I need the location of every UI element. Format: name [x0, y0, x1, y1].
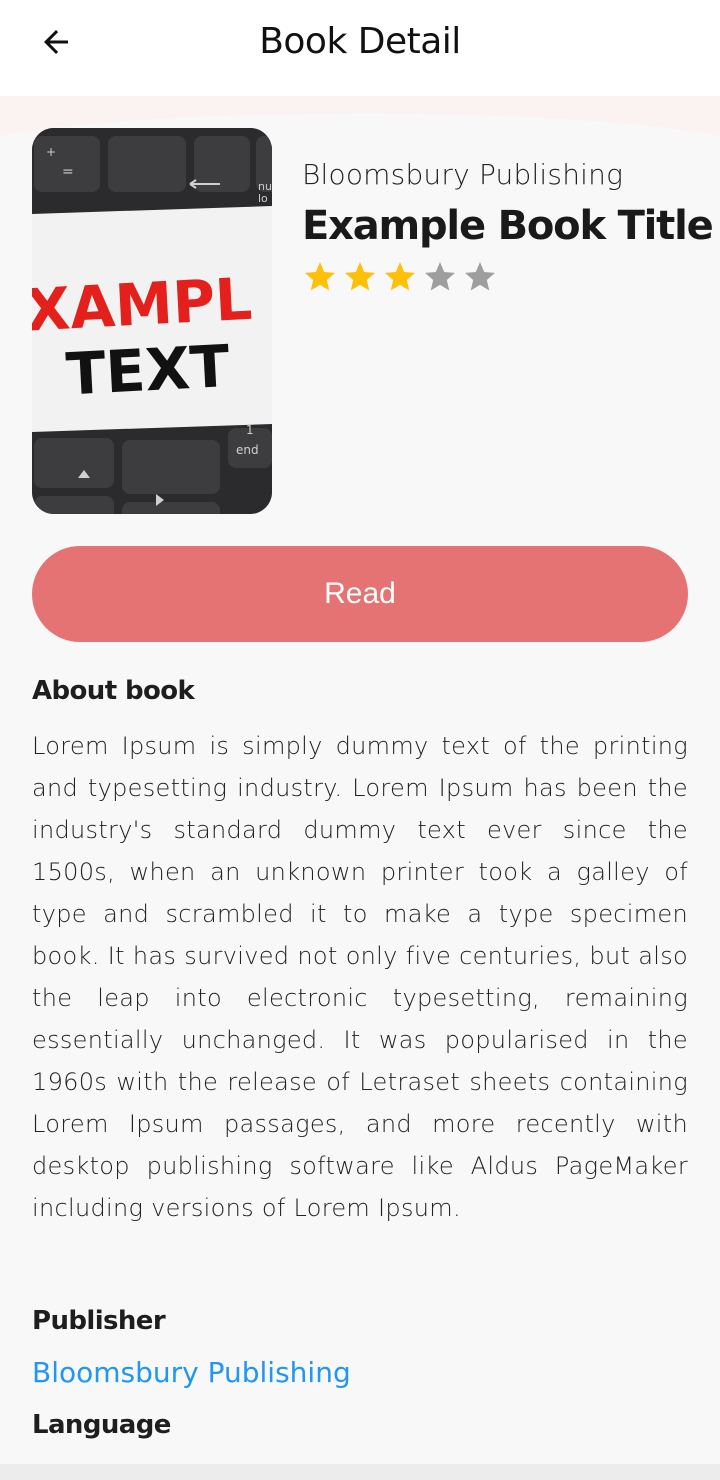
cover-text-line2: TEXT [64, 332, 231, 408]
arrow-left-icon [44, 30, 68, 54]
book-publisher: Bloomsbury Publishing [302, 158, 624, 191]
read-button[interactable]: Read [32, 546, 688, 642]
bottom-divider [0, 1464, 720, 1480]
cover-key-1: 1 [246, 423, 254, 437]
language-heading: Language [32, 1410, 171, 1440]
star-empty-icon [425, 262, 455, 291]
svg-text:=: = [62, 164, 74, 180]
book-cover-image: nu lo = + XAMPL TEXT 1 end [32, 128, 272, 514]
book-title: Example Book Title [302, 203, 714, 249]
svg-text:+: + [46, 145, 56, 159]
star-filled-icon [385, 262, 415, 291]
book-info: Bloomsbury Publishing Example Book Title [302, 158, 714, 295]
publisher-link[interactable]: Bloomsbury Publishing [32, 1356, 351, 1389]
page-title: Book Detail [259, 21, 461, 62]
cover-key-end: end [236, 443, 259, 457]
rating-stars [302, 259, 702, 295]
app-bar: Book Detail [0, 0, 720, 96]
star-filled-icon [345, 262, 375, 291]
star-filled-icon [305, 262, 335, 291]
about-heading: About book [32, 676, 195, 706]
star-empty-icon [465, 262, 495, 291]
publisher-heading: Publisher [32, 1306, 166, 1336]
cover-key-lo: lo [258, 192, 268, 205]
back-button[interactable] [30, 16, 82, 68]
about-text: Lorem Ipsum is simply dummy text of the … [32, 732, 688, 1222]
